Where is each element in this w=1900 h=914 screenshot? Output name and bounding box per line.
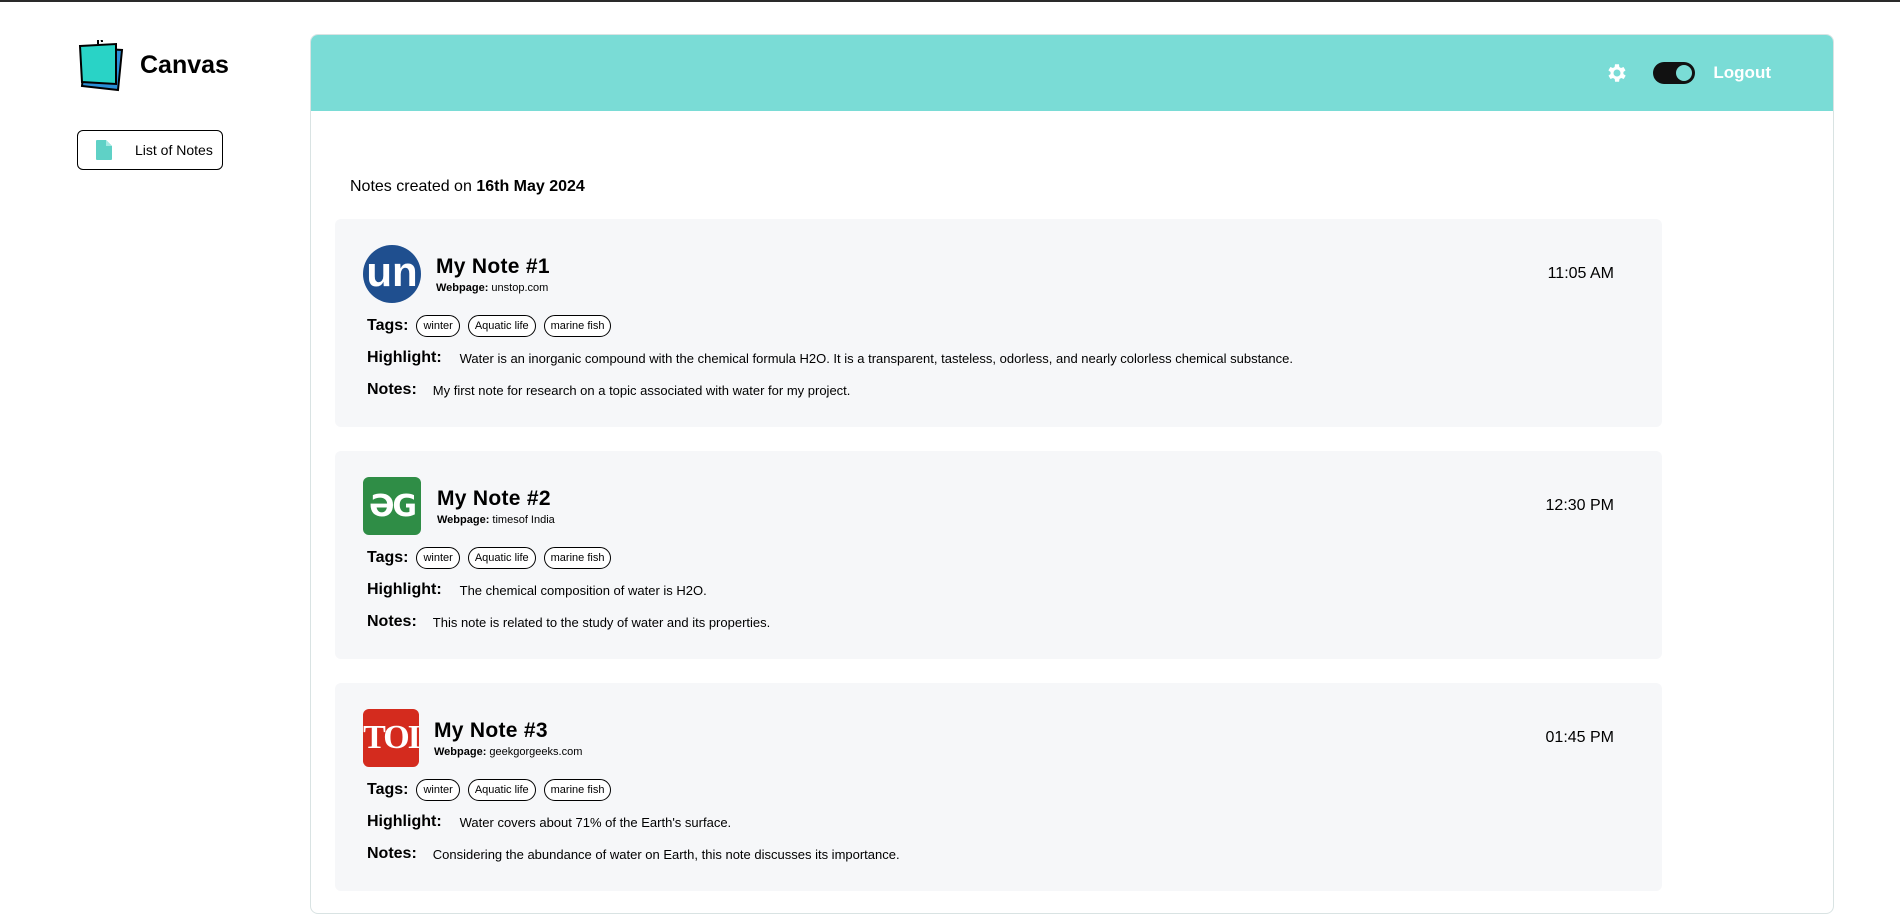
highlight-label: Highlight: [367, 813, 442, 830]
tag[interactable]: marine fish [543, 547, 612, 569]
sidebar-item-label: List of Notes [135, 142, 213, 158]
notes-text: This note is related to the study of wat… [432, 614, 771, 630]
highlight-text: Water covers about 71% of the Earth's su… [459, 814, 732, 830]
top-header: Logout [311, 35, 1833, 111]
tag[interactable]: winter [416, 779, 460, 801]
tag[interactable]: Aquatic life [467, 315, 536, 337]
notes-label: Notes: [367, 613, 417, 630]
tag[interactable]: Aquatic life [467, 779, 536, 801]
logout-button[interactable]: Logout [1713, 63, 1771, 83]
note-webpage: Webpage: timesof India [437, 514, 555, 526]
main-panel: Logout Notes created on 16th May 2024 un… [310, 34, 1834, 914]
brand-name: Canvas [140, 50, 229, 79]
avatar-text: TOI [363, 719, 419, 756]
note-title: My Note #2 [437, 487, 551, 510]
webpage-value[interactable]: timesof India [492, 514, 554, 526]
note-card[interactable]: un My Note #1 Webpage: unstop.com 11:05 … [335, 219, 1662, 427]
note-card[interactable]: ƏG My Note #2 Webpage: timesof India 12:… [335, 451, 1662, 659]
notes-date-line: Notes created on 16th May 2024 [350, 178, 585, 196]
highlight-label: Highlight: [367, 349, 442, 366]
highlight-row: Highlight: Water covers about 71% of the… [367, 813, 731, 831]
note-webpage: Webpage: geekgorgeeks.com [434, 746, 582, 758]
tags-row: Tags: winter Aquatic life marine fish [367, 779, 612, 801]
highlight-row: Highlight: Water is an inorganic compoun… [367, 349, 1293, 367]
webpage-value[interactable]: unstop.com [491, 282, 548, 294]
theme-toggle[interactable] [1653, 62, 1696, 84]
toggle-knob [1676, 65, 1693, 81]
notes-label: Notes: [367, 381, 417, 398]
sidebar: Canvas List of Notes [0, 0, 300, 909]
sidebar-item-list-of-notes[interactable]: List of Notes [77, 130, 223, 170]
tags-row: Tags: winter Aquatic life marine fish [367, 547, 612, 569]
notes-text: Considering the abundance of water on Ea… [432, 846, 900, 862]
notes-row: Notes: This note is related to the study… [367, 613, 770, 631]
brand: Canvas [76, 37, 229, 92]
notes-row: Notes: My first note for research on a t… [367, 381, 850, 399]
tags-row: Tags: winter Aquatic life marine fish [367, 315, 612, 337]
tag[interactable]: marine fish [543, 779, 612, 801]
note-card[interactable]: TOI My Note #3 Webpage: geekgorgeeks.com… [335, 683, 1662, 891]
tag[interactable]: marine fish [543, 315, 612, 337]
tags-label: Tags: [367, 549, 409, 566]
webpage-label: Webpage: [434, 746, 487, 758]
geeksforgeeks-logo-icon: ƏG [363, 477, 421, 535]
note-title: My Note #1 [436, 255, 550, 278]
webpage-label: Webpage: [436, 282, 489, 294]
note-title: My Note #3 [434, 719, 548, 742]
note-time: 01:45 PM [1545, 729, 1614, 746]
notes-label: Notes: [367, 845, 417, 862]
header-actions: Logout [1605, 35, 1833, 111]
note-webpage: Webpage: unstop.com [436, 282, 548, 294]
highlight-label: Highlight: [367, 581, 442, 598]
highlight-text: The chemical composition of water is H2O… [459, 582, 707, 598]
tags-label: Tags: [367, 781, 409, 798]
unstop-logo-icon: un [363, 245, 421, 303]
tag[interactable]: Aquatic life [467, 547, 536, 569]
gear-icon[interactable] [1605, 61, 1629, 85]
notes-row: Notes: Considering the abundance of wate… [367, 845, 900, 863]
avatar-text: un [366, 248, 418, 295]
note-time: 11:05 AM [1547, 265, 1614, 282]
date-prefix: Notes created on [350, 178, 472, 195]
tag[interactable]: winter [416, 315, 460, 337]
times-of-india-logo-icon: TOI [363, 709, 419, 767]
webpage-value[interactable]: geekgorgeeks.com [489, 746, 582, 758]
sticky-note-logo-icon [76, 37, 124, 92]
tags-label: Tags: [367, 317, 409, 334]
note-time: 12:30 PM [1545, 497, 1614, 514]
highlight-row: Highlight: The chemical composition of w… [367, 581, 707, 599]
notes-text: My first note for research on a topic as… [432, 382, 851, 398]
document-icon [95, 139, 113, 161]
highlight-text: Water is an inorganic compound with the … [459, 350, 1293, 366]
webpage-label: Webpage: [437, 514, 490, 526]
notes-date: 16th May 2024 [476, 178, 585, 195]
avatar-text: ƏG [368, 488, 417, 524]
tag[interactable]: winter [416, 547, 460, 569]
